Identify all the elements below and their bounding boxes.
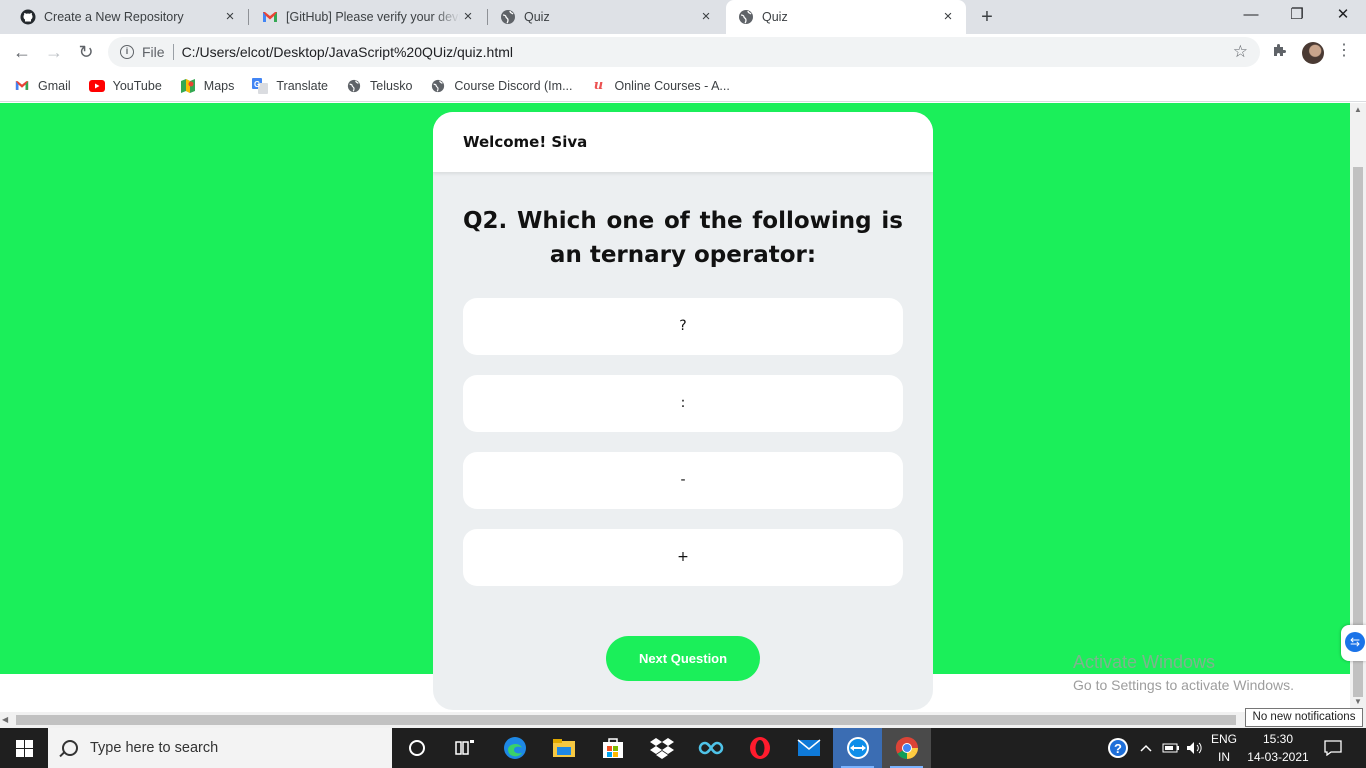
vertical-scrollbar[interactable]: ▲ ▼	[1350, 103, 1366, 712]
svg-text:?: ?	[1114, 741, 1122, 756]
scroll-down-arrow-icon[interactable]: ▼	[1350, 695, 1366, 709]
close-tab-icon[interactable]: ×	[460, 9, 476, 25]
tab-quiz-active[interactable]: Quiz ×	[726, 0, 966, 34]
chrome-icon[interactable]	[882, 728, 931, 768]
answer-option-4[interactable]: +	[463, 529, 903, 586]
kebab-menu-icon[interactable]: ⋮	[1334, 42, 1354, 62]
forward-arrow-icon[interactable]: →	[42, 40, 66, 64]
watermark-title: Activate Windows	[1073, 652, 1216, 672]
extensions-puzzle-icon[interactable]	[1270, 42, 1290, 62]
task-view-icon[interactable]	[440, 728, 489, 768]
page-viewport: Welcome! Siva Q2. Which one of the follo…	[0, 103, 1350, 712]
tab-create-repository[interactable]: Create a New Repository ×	[8, 0, 248, 34]
minimize-button[interactable]: —	[1228, 0, 1274, 30]
volume-icon[interactable]	[1184, 728, 1206, 768]
bookmark-course-discord[interactable]: Course Discord (Im...	[430, 78, 573, 94]
action-center-icon[interactable]	[1318, 728, 1348, 768]
new-tab-button[interactable]: +	[976, 6, 998, 28]
answer-option-1[interactable]: ?	[463, 298, 903, 355]
translate-icon: G	[252, 77, 269, 94]
tab-title: Create a New Repository	[44, 10, 184, 24]
dropbox-icon[interactable]	[637, 728, 686, 768]
windows-taskbar: Type here to search ? ENG IN 15:30 14-03…	[0, 728, 1366, 768]
scheme-label: File	[142, 44, 165, 60]
svg-text:G: G	[254, 80, 260, 89]
back-arrow-icon[interactable]: ←	[10, 40, 34, 64]
globe-icon	[430, 78, 446, 94]
answer-option-3[interactable]: -	[463, 452, 903, 509]
maps-icon	[180, 78, 196, 94]
quiz-card: Welcome! Siva Q2. Which one of the follo…	[433, 112, 933, 710]
bookmark-youtube[interactable]: YouTube	[88, 78, 162, 94]
tray-chevron-up-icon[interactable]	[1138, 728, 1154, 768]
tab-title: Quiz	[524, 10, 550, 24]
tab-quiz[interactable]: Quiz ×	[488, 0, 724, 34]
next-question-button[interactable]: Next Question	[606, 636, 760, 681]
address-bar[interactable]: i File C:/Users/elcot/Desktop/JavaScript…	[108, 37, 1260, 67]
url-text[interactable]: C:/Users/elcot/Desktop/JavaScript%20QUiz…	[182, 44, 513, 60]
tab-strip: Create a New Repository × [GitHub] Pleas…	[0, 0, 1366, 34]
bookmark-telusko[interactable]: Telusko	[346, 78, 412, 94]
help-question-icon[interactable]: ?	[1104, 728, 1132, 768]
clock-date: 14-03-2021	[1247, 750, 1309, 764]
arduino-infinity-icon[interactable]	[686, 728, 735, 768]
bookmark-gmail[interactable]: Gmail	[14, 78, 71, 94]
notification-toast: No new notifications	[1245, 708, 1363, 727]
cortana-icon[interactable]	[392, 728, 441, 768]
info-icon[interactable]: i	[120, 45, 134, 59]
clock-time: 15:30	[1262, 732, 1294, 746]
profile-avatar[interactable]	[1302, 42, 1324, 64]
scrollbar-thumb[interactable]	[16, 715, 1236, 725]
teamviewer-icon: ⇆	[1345, 632, 1365, 652]
taskbar-search-box[interactable]: Type here to search	[48, 728, 392, 768]
tab-title: [GitHub] Please verify your device	[286, 10, 460, 24]
edge-icon[interactable]	[490, 728, 539, 768]
close-tab-icon[interactable]: ×	[222, 9, 238, 25]
input-language-indicator[interactable]: ENG IN	[1208, 730, 1240, 766]
system-clock[interactable]: 15:30 14-03-2021	[1246, 730, 1310, 766]
teamviewer-icon[interactable]	[833, 728, 882, 768]
youtube-icon	[88, 78, 105, 94]
globe-icon	[500, 9, 516, 25]
watermark-subtitle: Go to Settings to activate Windows.	[1073, 677, 1294, 693]
reload-icon[interactable]: ↻	[74, 40, 98, 64]
bookmark-translate[interactable]: G Translate	[252, 77, 328, 94]
activate-windows-watermark: Activate Windows Go to Settings to activ…	[1073, 652, 1294, 693]
gmail-icon	[262, 9, 278, 25]
search-placeholder: Type here to search	[90, 740, 219, 756]
bookmark-online-courses[interactable]: u Online Courses - A...	[591, 78, 730, 94]
mail-icon[interactable]	[784, 728, 833, 768]
teamviewer-side-tab[interactable]: ⇆	[1341, 625, 1366, 661]
gmail-icon	[14, 78, 30, 94]
tab-title: Quiz	[762, 10, 788, 24]
tab-github-verify[interactable]: [GitHub] Please verify your device ×	[250, 0, 486, 34]
microsoft-store-icon[interactable]	[588, 728, 637, 768]
scroll-up-arrow-icon[interactable]: ▲	[1350, 103, 1366, 117]
welcome-header: Welcome! Siva	[433, 112, 933, 172]
close-tab-icon[interactable]: ×	[940, 9, 956, 25]
udemy-icon: u	[593, 78, 604, 93]
horizontal-scrollbar[interactable]: ◀	[0, 712, 1366, 728]
globe-icon	[346, 78, 362, 94]
answer-option-2[interactable]: :	[463, 375, 903, 432]
close-window-button[interactable]: ✕	[1320, 0, 1366, 30]
scrollbar-thumb[interactable]	[1353, 167, 1363, 697]
globe-icon	[738, 9, 754, 25]
file-explorer-icon[interactable]	[539, 728, 588, 768]
search-icon	[62, 740, 78, 756]
close-tab-icon[interactable]: ×	[698, 9, 714, 25]
restore-button[interactable]: ❐	[1274, 0, 1320, 30]
windows-start-icon[interactable]	[0, 728, 48, 768]
scroll-left-arrow-icon[interactable]: ◀	[2, 712, 8, 728]
battery-icon[interactable]	[1160, 728, 1182, 768]
browser-toolbar: ← → ↻ i File C:/Users/elcot/Desktop/Java…	[0, 34, 1366, 70]
bookmark-maps[interactable]: Maps	[180, 78, 234, 94]
bookmarks-bar: Gmail YouTube Maps G Translate Telusko C…	[0, 70, 1366, 102]
bookmark-star-icon[interactable]: ☆	[1233, 42, 1248, 62]
question-text: Q2. Which one of the following is an ter…	[463, 208, 903, 268]
opera-icon[interactable]	[735, 728, 784, 768]
github-icon	[20, 9, 36, 25]
